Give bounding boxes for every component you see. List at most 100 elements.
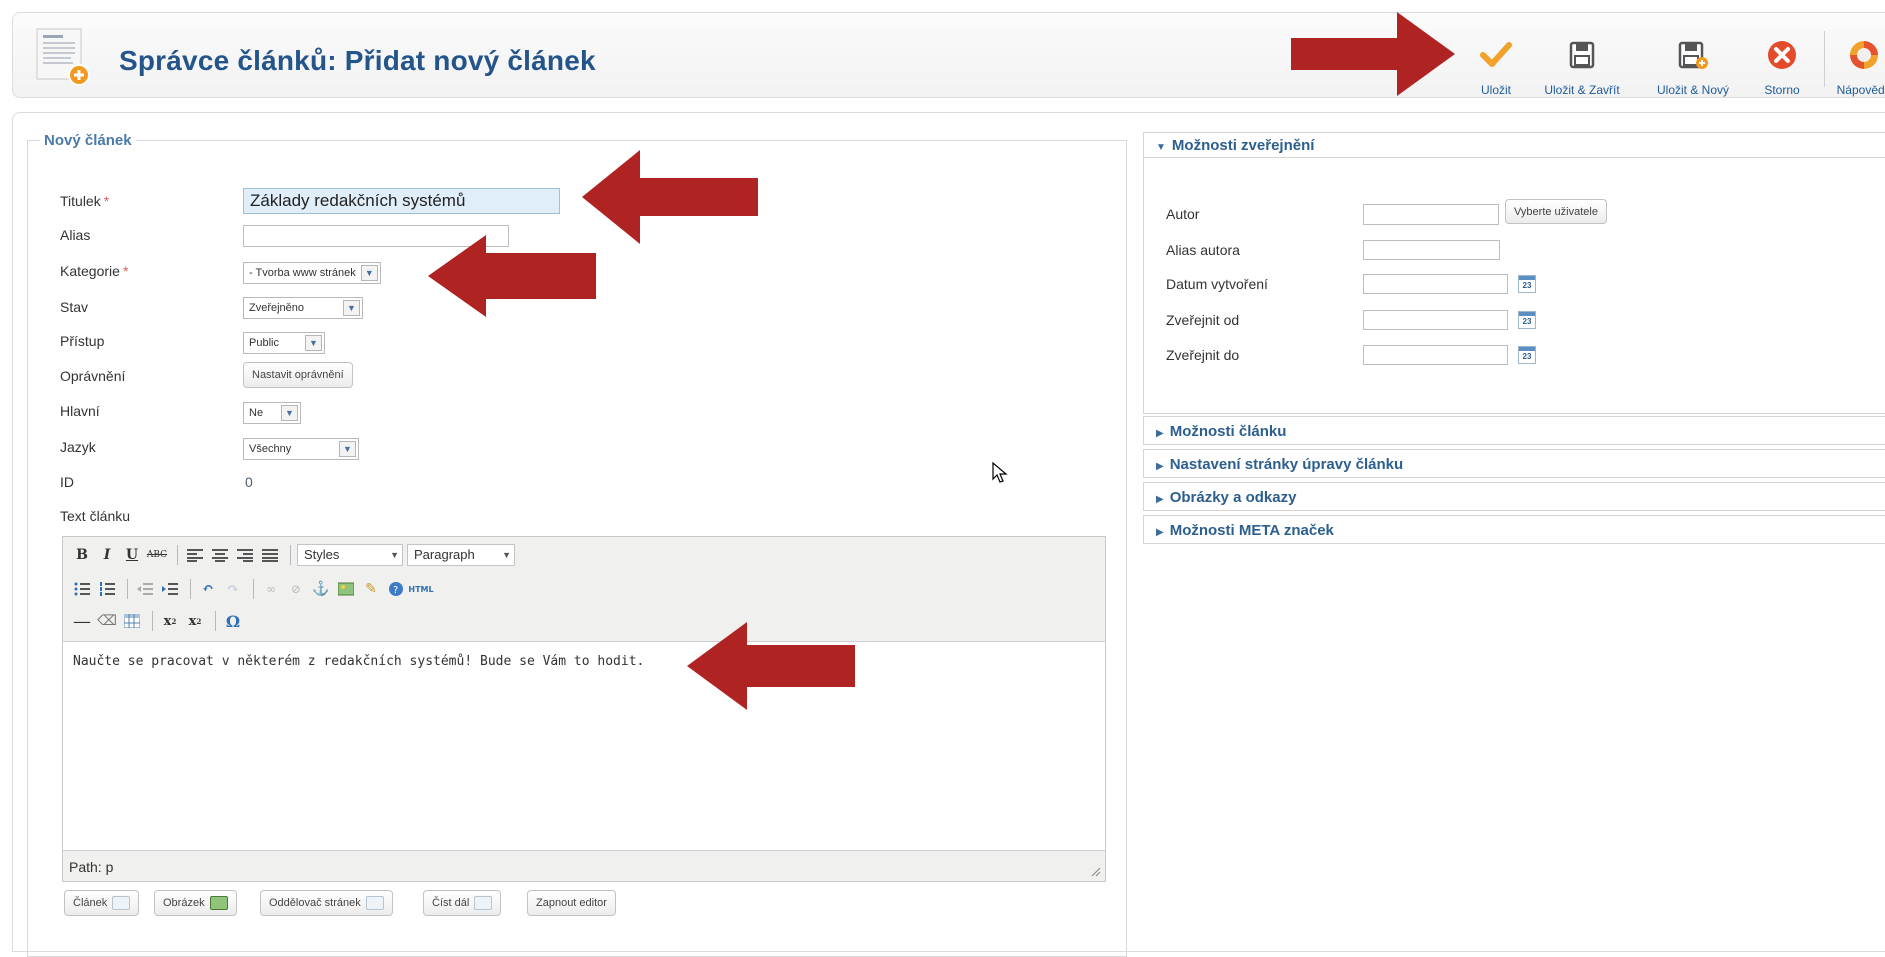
- save-icon: [1569, 41, 1595, 69]
- id-value: 0: [245, 474, 253, 490]
- title-input[interactable]: Základy redakčních systémů: [243, 188, 560, 214]
- toolbar: Uložit Uložit & Zavřít Uložit & Nový Sto…: [1468, 13, 1885, 99]
- triangle-right-icon: ▶: [1156, 494, 1164, 505]
- title-label: Titulek *: [60, 193, 110, 209]
- page-break-button[interactable]: Oddělovač stránek: [260, 890, 393, 916]
- unlink-icon[interactable]: ⊘: [285, 578, 307, 600]
- meta-options-panel[interactable]: ▶ Možnosti META značek: [1143, 515, 1885, 544]
- editor-content[interactable]: Naučte se pracovat v některém z redakční…: [63, 641, 1105, 851]
- align-right-icon[interactable]: [234, 544, 256, 566]
- resize-handle-icon[interactable]: [1089, 865, 1101, 877]
- editor-toolbar-row-2: ↶ ↷ ∞ ⊘ ⚓ ✎ ? HTML: [71, 577, 435, 601]
- strikethrough-icon[interactable]: ABC: [146, 544, 168, 566]
- mouse-cursor-icon: [992, 462, 1008, 483]
- checkmark-icon: [1480, 42, 1512, 67]
- publish-down-input[interactable]: [1363, 345, 1508, 365]
- bold-icon[interactable]: B: [71, 544, 93, 566]
- category-select[interactable]: - Tvorba www stránek ▼: [243, 262, 381, 284]
- chevron-down-icon: ▼: [390, 550, 399, 560]
- featured-select[interactable]: Ne ▼: [243, 402, 301, 424]
- editor-toolbar: B I U ABC Styles▼ Paragraph▼ ↶ ↷ ∞ ⊘ ⚓: [63, 537, 1105, 641]
- article-options-panel[interactable]: ▶ Možnosti článku: [1143, 416, 1885, 445]
- styles-select[interactable]: Styles ▼: [297, 544, 403, 566]
- chevron-down-icon: ▼: [281, 405, 298, 421]
- state-label: Stav: [60, 299, 89, 315]
- arrow-to-content-icon: [687, 622, 855, 710]
- undo-icon[interactable]: ↶: [197, 578, 219, 600]
- article-insert-button[interactable]: Článek: [64, 890, 140, 916]
- edit-page-settings-panel[interactable]: ▶ Nastavení stránky úpravy článku: [1143, 449, 1885, 478]
- svg-text:?: ?: [393, 585, 398, 596]
- calendar-icon[interactable]: 23: [1518, 311, 1536, 329]
- read-more-icon: [474, 896, 493, 910]
- author-alias-label: Alias autora: [1166, 242, 1240, 258]
- cleanup-icon[interactable]: ✎: [360, 578, 382, 600]
- author-input[interactable]: [1363, 204, 1499, 225]
- image-icon[interactable]: [335, 578, 357, 600]
- created-date-label: Datum vytvoření: [1166, 276, 1268, 292]
- help-button[interactable]: Nápověda: [1830, 23, 1885, 97]
- read-more-button[interactable]: Číst dál: [423, 890, 502, 916]
- cancel-icon: [1768, 41, 1796, 69]
- select-user-button[interactable]: Vyberte uživatele: [1505, 199, 1607, 224]
- italic-icon[interactable]: I: [96, 544, 118, 566]
- anchor-icon[interactable]: ⚓: [310, 578, 332, 600]
- page-title: Správce článků: Přidat nový článek: [119, 45, 596, 76]
- calendar-icon[interactable]: 23: [1518, 275, 1536, 293]
- author-label: Autor: [1166, 206, 1200, 222]
- set-permissions-button[interactable]: Nastavit oprávnění: [243, 362, 353, 388]
- rich-text-editor: B I U ABC Styles▼ Paragraph▼ ↶ ↷ ∞ ⊘ ⚓: [62, 536, 1106, 882]
- arrow-to-save-icon: [1291, 12, 1455, 96]
- access-select[interactable]: Public ▼: [243, 332, 325, 354]
- save-new-button[interactable]: Uložit & Nový: [1645, 23, 1741, 97]
- save-button[interactable]: Uložit: [1468, 23, 1524, 97]
- align-justify-icon[interactable]: [259, 544, 281, 566]
- numbered-list-icon[interactable]: [96, 578, 118, 600]
- save-new-icon: [1678, 41, 1708, 69]
- image-insert-button[interactable]: Obrázek: [154, 890, 237, 916]
- special-char-icon[interactable]: Ω: [222, 610, 244, 632]
- link-icon[interactable]: ∞: [260, 578, 282, 600]
- state-select[interactable]: Zveřejněno ▼: [243, 297, 363, 319]
- indent-icon[interactable]: [159, 578, 181, 600]
- editor-toolbar-row-3: — ⌫ x2 x2 Ω: [71, 609, 247, 633]
- page-header: Správce článků: Přidat nový článek Uloži…: [12, 12, 1885, 98]
- toggle-editor-button[interactable]: Zapnout editor: [527, 890, 616, 916]
- underline-icon[interactable]: U: [121, 544, 143, 566]
- align-center-icon[interactable]: [209, 544, 231, 566]
- horizontal-rule-icon[interactable]: —: [71, 610, 93, 632]
- toolbar-separator: [215, 611, 216, 631]
- outdent-icon[interactable]: [134, 578, 156, 600]
- format-select[interactable]: Paragraph ▼: [407, 544, 515, 566]
- superscript-icon[interactable]: x2: [184, 610, 206, 632]
- language-label: Jazyk: [60, 439, 96, 455]
- author-alias-input[interactable]: [1363, 240, 1500, 260]
- chevron-down-icon: ▼: [339, 441, 356, 457]
- created-date-input[interactable]: [1363, 274, 1508, 294]
- cancel-button[interactable]: Storno: [1750, 23, 1814, 97]
- toolbar-separator: [290, 545, 291, 565]
- bullet-list-icon[interactable]: [71, 578, 93, 600]
- arrow-to-title-icon: [582, 150, 758, 244]
- chevron-down-icon: ▼: [502, 550, 511, 560]
- images-links-panel[interactable]: ▶ Obrázky a odkazy: [1143, 482, 1885, 511]
- save-close-button[interactable]: Uložit & Zavřít: [1530, 23, 1634, 97]
- alias-label: Alias: [60, 227, 91, 243]
- panel-divider: [1144, 157, 1885, 158]
- publishing-options-panel: ▼ Možnosti zveřejnění: [1143, 132, 1885, 414]
- publishing-options-header[interactable]: ▼ Možnosti zveřejnění: [1156, 137, 1314, 154]
- publish-up-input[interactable]: [1363, 310, 1508, 330]
- article-icon: [112, 896, 131, 910]
- eraser-icon[interactable]: ⌫: [96, 610, 118, 632]
- html-source-icon[interactable]: HTML: [408, 578, 433, 600]
- calendar-icon[interactable]: 23: [1518, 346, 1536, 364]
- redo-icon[interactable]: ↷: [222, 578, 244, 600]
- language-select[interactable]: Všechny ▼: [243, 438, 359, 460]
- toolbar-separator: [127, 579, 128, 599]
- table-icon[interactable]: [121, 610, 143, 632]
- help-circle-icon[interactable]: ?: [385, 578, 407, 600]
- align-left-icon[interactable]: [184, 544, 206, 566]
- picture-icon: [209, 896, 228, 910]
- fieldset-legend: Nový článek: [44, 132, 132, 149]
- subscript-icon[interactable]: x2: [159, 610, 181, 632]
